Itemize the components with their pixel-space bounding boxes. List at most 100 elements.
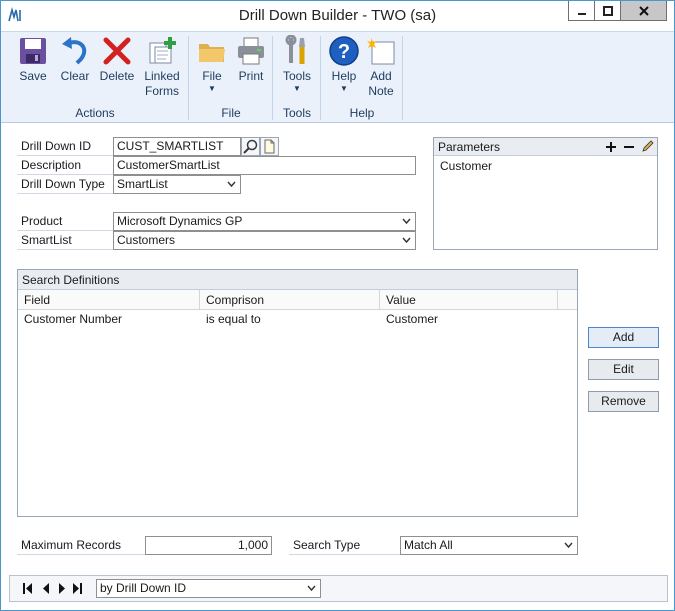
column-header-field[interactable]: Field	[18, 290, 200, 310]
parameters-title: Parameters	[438, 140, 501, 154]
tools-group-caption: Tools	[282, 106, 311, 120]
chevron-down-icon	[307, 585, 316, 592]
parameters-panel: Parameters Customer	[433, 137, 658, 250]
add-note-label-1: Add	[370, 69, 392, 83]
smartlist-value: Customers	[117, 233, 176, 247]
file-label: File	[202, 69, 222, 83]
column-header-filler	[558, 290, 577, 310]
print-label: Print	[238, 69, 264, 83]
add-button[interactable]: Add	[588, 327, 659, 348]
delete-label: Delete	[99, 69, 135, 83]
row-comparison-cell: is equal to	[206, 312, 261, 326]
maximum-records-input[interactable]: 1,000	[145, 536, 272, 555]
description-input[interactable]: CustomerSmartList	[113, 156, 416, 175]
undo-arrow-icon	[62, 37, 87, 65]
clear-button[interactable]: Clear	[55, 35, 95, 84]
edit-button[interactable]: Edit	[588, 359, 659, 380]
chevron-down-icon	[402, 237, 411, 244]
ribbon-group-tools: Tools ▼ Tools	[273, 32, 321, 124]
record-navigation-bar: by Drill Down ID	[9, 575, 668, 602]
tools-dropdown-arrow-icon: ▼	[293, 84, 301, 93]
tools-label: Tools	[282, 69, 311, 83]
drill-down-builder-window: Drill Down Builder - TWO (sa) Save Clear…	[0, 0, 675, 611]
row-field-cell: Customer Number	[24, 312, 123, 326]
linked-forms-label-2: Forms	[145, 84, 179, 98]
drill-down-type-value: SmartList	[117, 177, 168, 191]
drill-down-type-label: Drill Down Type	[17, 175, 113, 194]
lookup-button[interactable]	[241, 137, 260, 156]
close-icon	[638, 5, 649, 16]
row-value-cell: Customer	[386, 312, 439, 326]
column-header-comparison[interactable]: Comprison	[200, 290, 380, 310]
drill-down-type-select[interactable]: SmartList	[113, 175, 241, 194]
sort-by-select[interactable]: by Drill Down ID	[96, 579, 321, 598]
ribbon-group-help: ? Help ▼ Add Note Help	[321, 32, 403, 124]
linked-forms-icon	[149, 37, 176, 64]
edit-parameter-icon[interactable]	[641, 140, 654, 153]
note-icon	[367, 38, 395, 65]
smartlist-label: SmartList	[17, 231, 113, 250]
minimize-button[interactable]	[568, 1, 595, 21]
remove-button[interactable]: Remove	[588, 391, 659, 412]
ribbon-separator	[402, 36, 403, 120]
search-type-value: Match All	[404, 538, 453, 552]
product-value: Microsoft Dynamics GP	[117, 214, 243, 228]
drill-down-id-input[interactable]: CUST_SMARTLIST	[113, 137, 241, 156]
parameters-header: Parameters	[434, 138, 657, 156]
product-label: Product	[17, 212, 113, 231]
linked-forms-button[interactable]: Linked Forms	[139, 35, 185, 99]
chevron-down-icon	[402, 218, 411, 225]
table-row[interactable]: Customer Number is equal to Customer	[18, 310, 577, 329]
print-button[interactable]: Print	[233, 35, 269, 84]
smartlist-select[interactable]: Customers	[113, 231, 416, 250]
parameter-item[interactable]: Customer	[434, 157, 492, 175]
help-dropdown-arrow-icon: ▼	[340, 84, 348, 93]
product-select[interactable]: Microsoft Dynamics GP	[113, 212, 416, 231]
tools-button[interactable]: Tools ▼	[279, 35, 315, 94]
actions-group-caption: Actions	[75, 106, 115, 120]
floppy-disk-icon	[20, 38, 46, 64]
add-note-button[interactable]: Add Note	[363, 35, 399, 99]
minimize-icon	[577, 12, 586, 15]
chevron-down-icon	[227, 181, 236, 188]
remove-parameter-icon[interactable]	[624, 142, 634, 152]
close-button[interactable]	[620, 1, 667, 21]
magnifier-icon	[243, 139, 258, 154]
save-label: Save	[19, 69, 47, 83]
drill-down-id-label: Drill Down ID	[17, 137, 113, 156]
description-label: Description	[17, 156, 113, 175]
previous-record-icon[interactable]	[41, 583, 51, 594]
tools-icon	[285, 35, 305, 64]
search-type-label: Search Type	[289, 536, 400, 555]
help-group-caption: Help	[349, 106, 375, 120]
help-label: Help	[331, 69, 357, 83]
first-record-icon[interactable]	[23, 583, 33, 594]
new-document-icon	[264, 139, 275, 154]
clear-label: Clear	[60, 69, 90, 83]
file-group-caption: File	[221, 106, 241, 120]
maximum-records-label: Maximum Records	[17, 536, 145, 555]
search-definitions-panel: Search Definitions Field Comprison Value…	[17, 269, 578, 517]
last-record-icon[interactable]	[72, 583, 82, 594]
help-button[interactable]: ? Help ▼	[327, 35, 361, 94]
file-button[interactable]: File ▼	[195, 35, 229, 94]
ribbon-group-file: File ▼ Print File	[189, 32, 273, 124]
delete-button[interactable]: Delete	[95, 35, 139, 84]
printer-icon	[238, 37, 264, 65]
folder-icon	[199, 44, 225, 62]
search-definitions-header: Search Definitions	[18, 270, 577, 290]
search-type-select[interactable]: Match All	[400, 536, 578, 555]
column-header-value[interactable]: Value	[380, 290, 558, 310]
sort-by-value: by Drill Down ID	[100, 581, 187, 595]
chevron-down-icon	[564, 542, 573, 549]
next-record-icon[interactable]	[57, 583, 67, 594]
add-parameter-icon[interactable]	[606, 142, 616, 152]
maximize-button[interactable]	[594, 1, 621, 21]
maximize-icon	[602, 5, 613, 16]
title-bar: Drill Down Builder - TWO (sa)	[1, 1, 674, 31]
add-note-label-2: Note	[368, 84, 394, 98]
save-button[interactable]: Save	[13, 35, 53, 84]
help-question-icon: ?	[329, 36, 359, 66]
linked-forms-label-1: Linked	[144, 69, 180, 83]
new-document-button[interactable]	[260, 137, 279, 156]
